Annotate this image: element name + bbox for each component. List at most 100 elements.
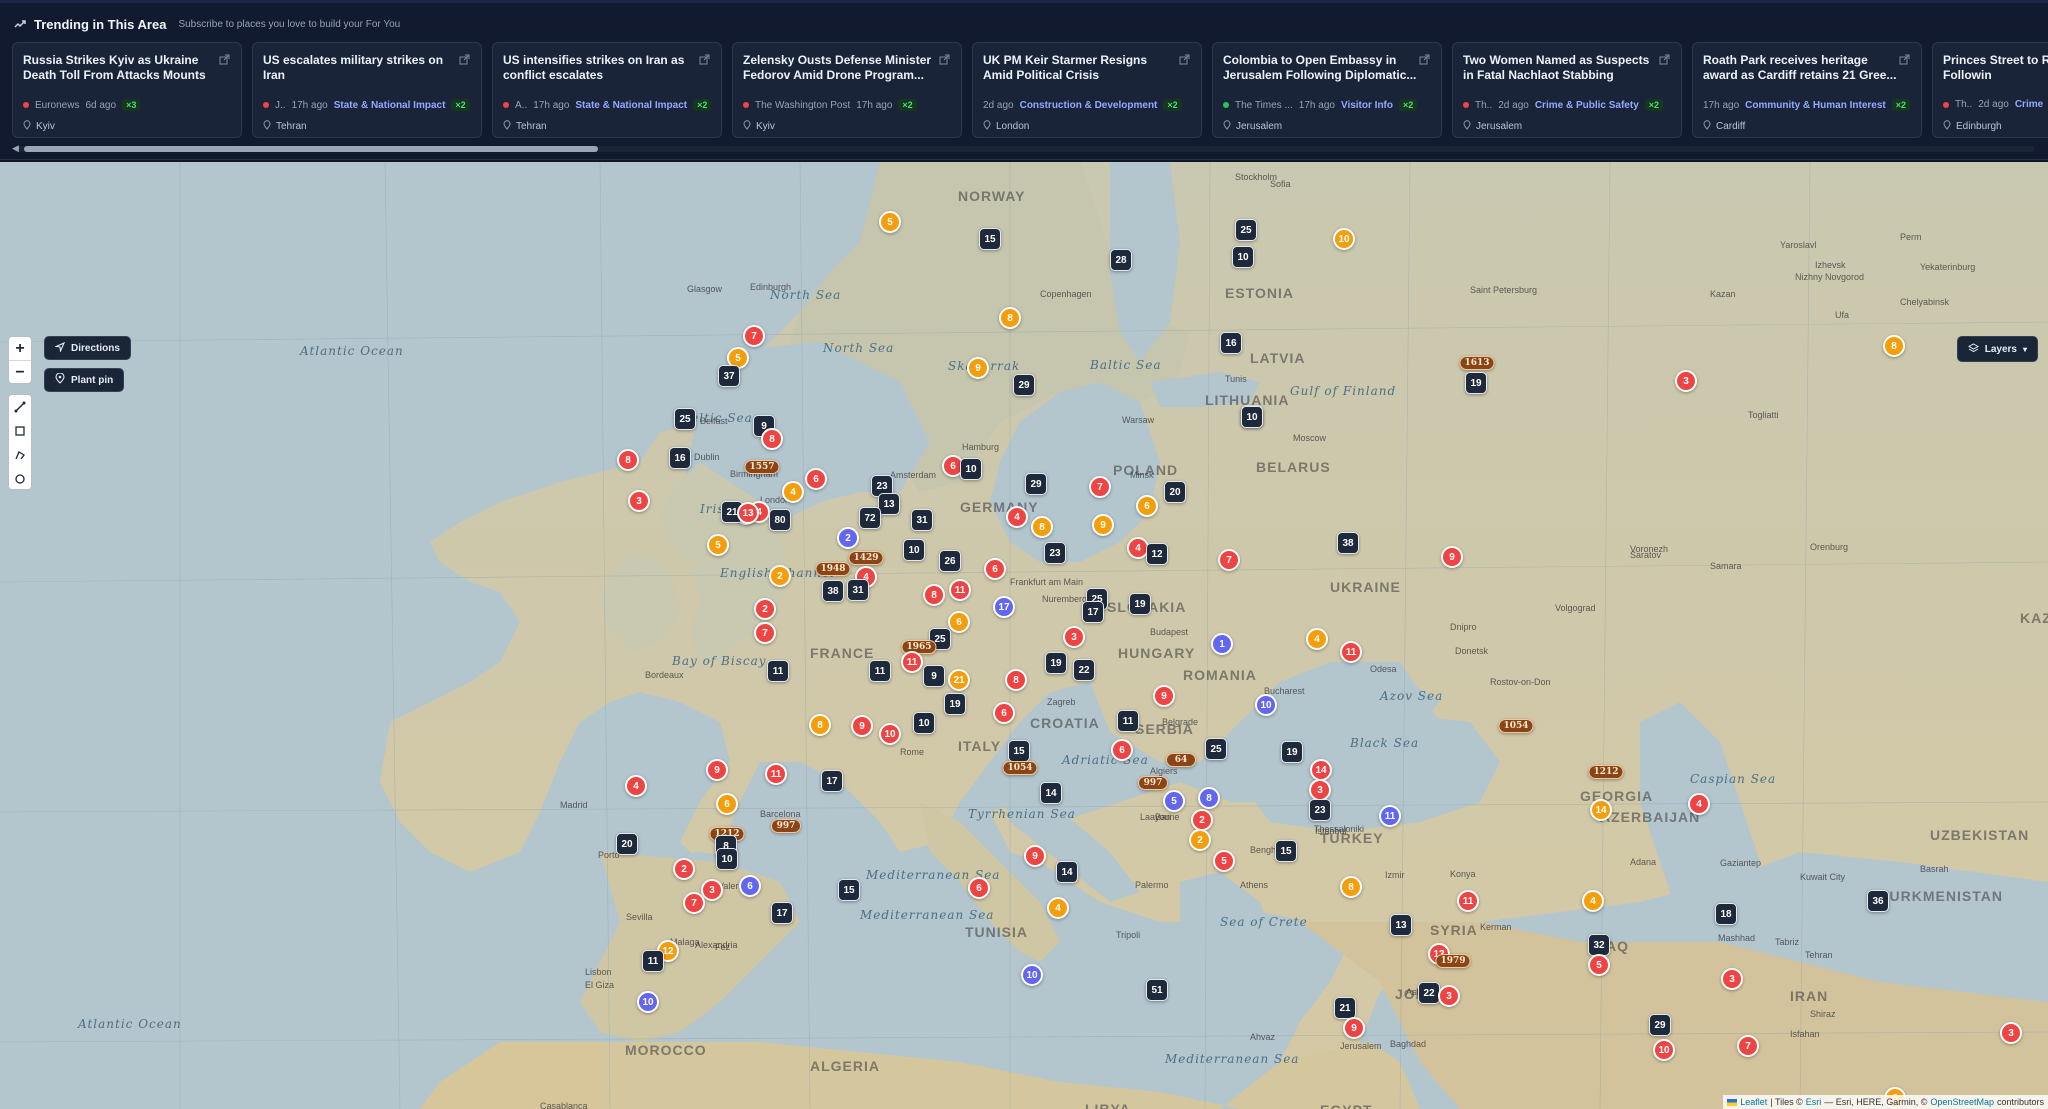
scroll-left-icon[interactable]: ◀ — [12, 143, 19, 154]
cluster-marker[interactable]: 80 — [769, 509, 791, 531]
draw-polygon-icon[interactable] — [9, 443, 31, 467]
draw-circle-icon[interactable] — [9, 467, 31, 491]
cluster-marker[interactable]: 15 — [1008, 740, 1030, 762]
cluster-marker[interactable]: 23 — [1044, 542, 1066, 564]
external-link-icon[interactable] — [699, 54, 711, 66]
cluster-marker[interactable]: 18 — [1715, 903, 1737, 925]
cluster-marker[interactable]: 17 — [821, 770, 843, 792]
news-location[interactable]: Tehran — [263, 120, 307, 133]
cluster-marker[interactable]: 28 — [1110, 249, 1132, 271]
historical-event-marker[interactable]: 1054 — [1498, 719, 1534, 733]
news-marker[interactable]: 5 — [1213, 850, 1235, 872]
cluster-marker[interactable]: 31 — [847, 579, 869, 601]
external-link-icon[interactable] — [1419, 54, 1431, 66]
news-marker[interactable]: 4 — [625, 775, 647, 797]
cluster-marker[interactable]: 37 — [718, 365, 740, 387]
cluster-marker[interactable]: 25 — [1205, 738, 1227, 760]
news-marker[interactable]: 2 — [837, 527, 859, 549]
news-marker[interactable]: 6 — [993, 702, 1015, 724]
news-marker[interactable]: 8 — [761, 428, 783, 450]
news-category[interactable]: Crime — [2015, 99, 2043, 110]
zoom-in-button[interactable]: + — [9, 337, 31, 361]
cluster-marker[interactable]: 21 — [1334, 997, 1356, 1019]
historical-event-marker[interactable]: 1557 — [744, 460, 780, 474]
news-marker[interactable]: 4 — [1047, 897, 1069, 919]
news-location[interactable]: Edinburgh — [1943, 120, 2002, 133]
news-marker[interactable]: 11 — [1457, 890, 1479, 912]
directions-button[interactable]: Directions — [44, 336, 131, 360]
news-marker[interactable]: 14 — [1590, 799, 1612, 821]
news-card[interactable]: Russia Strikes Kyiv as Ukraine Death Tol… — [12, 42, 242, 138]
cluster-marker[interactable]: 13 — [878, 493, 900, 515]
news-marker[interactable]: 5 — [879, 211, 901, 233]
news-marker[interactable]: 11 — [949, 579, 971, 601]
cluster-marker[interactable]: 10 — [716, 848, 738, 870]
news-location[interactable]: Kyiv — [743, 120, 775, 133]
cluster-marker[interactable]: 17 — [771, 902, 793, 924]
historical-event-marker[interactable]: 997 — [771, 819, 801, 833]
historical-event-marker[interactable]: 1979 — [1435, 954, 1471, 968]
cluster-marker[interactable]: 14 — [1040, 782, 1062, 804]
cluster-marker[interactable]: 29 — [1025, 473, 1047, 495]
news-marker[interactable]: 10 — [1333, 228, 1355, 250]
news-marker[interactable]: 2 — [769, 565, 791, 587]
cluster-marker[interactable]: 15 — [979, 228, 1001, 250]
news-marker[interactable]: 8 — [617, 449, 639, 471]
cluster-marker[interactable]: 15 — [1275, 840, 1297, 862]
historical-event-marker[interactable]: 1613 — [1459, 356, 1495, 370]
cluster-marker[interactable]: 32 — [1588, 934, 1610, 956]
external-link-icon[interactable] — [459, 54, 471, 66]
news-category[interactable]: State & National Impact — [575, 100, 687, 111]
cluster-marker[interactable]: 11 — [1117, 710, 1139, 732]
cluster-marker[interactable]: 29 — [1013, 374, 1035, 396]
plant-pin-button[interactable]: Plant pin — [44, 368, 125, 392]
news-marker[interactable]: 8 — [999, 307, 1021, 329]
news-location[interactable]: Cardiff — [1703, 120, 1745, 133]
news-marker[interactable]: 6 — [716, 793, 738, 815]
scrollbar-thumb[interactable] — [24, 146, 598, 152]
news-marker[interactable]: 14 — [1310, 759, 1332, 781]
cluster-marker[interactable]: 31 — [911, 509, 933, 531]
cluster-marker[interactable]: 22 — [1073, 659, 1095, 681]
news-marker[interactable]: 7 — [754, 622, 776, 644]
news-marker[interactable]: 7 — [743, 325, 765, 347]
news-marker[interactable]: 7 — [1089, 476, 1111, 498]
external-link-icon[interactable] — [1899, 54, 1911, 66]
news-marker[interactable]: 4 — [1582, 890, 1604, 912]
news-marker[interactable]: 11 — [1379, 805, 1401, 827]
news-marker[interactable]: 5 — [1163, 790, 1185, 812]
news-marker[interactable]: 8 — [1198, 787, 1220, 809]
news-marker[interactable]: 3 — [1675, 370, 1697, 392]
cluster-marker[interactable]: 16 — [1220, 332, 1242, 354]
news-marker[interactable]: 4 — [1306, 628, 1328, 650]
historical-event-marker[interactable]: 64 — [1166, 753, 1196, 767]
cluster-marker[interactable]: 12 — [1146, 543, 1168, 565]
historical-event-marker[interactable]: 997 — [1138, 776, 1168, 790]
cluster-marker[interactable]: 72 — [859, 507, 881, 529]
news-marker[interactable]: 9 — [706, 759, 728, 781]
cluster-marker[interactable]: 19 — [1281, 741, 1303, 763]
news-marker[interactable]: 9 — [1153, 685, 1175, 707]
news-marker[interactable]: 8 — [1340, 876, 1362, 898]
news-card[interactable]: US intensifies strikes on Iran as confli… — [492, 42, 722, 138]
historical-event-marker[interactable]: 1212 — [1588, 765, 1624, 779]
cluster-marker[interactable]: 10 — [1232, 246, 1254, 268]
cluster-marker[interactable]: 20 — [616, 833, 638, 855]
news-card[interactable]: Roath Park receives heritage award as Ca… — [1692, 42, 1922, 138]
news-card[interactable]: US escalates military strikes on Iran J..… — [252, 42, 482, 138]
news-marker[interactable]: 11 — [901, 651, 923, 673]
news-marker[interactable]: 7 — [1218, 549, 1240, 571]
news-marker[interactable]: 11 — [1340, 641, 1362, 663]
news-marker[interactable]: 5 — [707, 534, 729, 556]
news-marker[interactable]: 3 — [1309, 779, 1331, 801]
news-marker[interactable]: 10 — [1653, 1039, 1675, 1061]
cluster-marker[interactable]: 9 — [923, 665, 945, 687]
news-marker[interactable]: 3 — [1438, 985, 1460, 1007]
cluster-marker[interactable]: 38 — [1337, 532, 1359, 554]
external-link-icon[interactable] — [219, 54, 231, 66]
esri-link[interactable]: Esri — [1806, 1097, 1822, 1107]
news-marker[interactable]: 9 — [851, 715, 873, 737]
news-marker[interactable]: 8 — [923, 584, 945, 606]
cluster-marker[interactable]: 36 — [1867, 890, 1889, 912]
news-marker[interactable]: 2 — [1191, 809, 1213, 831]
